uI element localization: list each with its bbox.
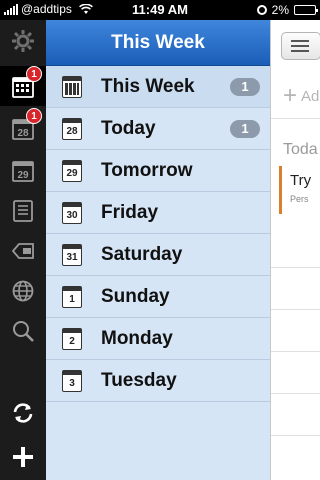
settings-gear-icon[interactable] bbox=[10, 28, 36, 54]
week-calendar-icon[interactable]: 1 bbox=[10, 66, 42, 100]
row-saturday[interactable]: 31 Saturday bbox=[46, 234, 270, 276]
globe-icon[interactable] bbox=[10, 278, 36, 304]
calendar-day-number: 2 bbox=[69, 335, 75, 347]
add-icon[interactable] bbox=[10, 444, 36, 470]
row-label: Saturday bbox=[101, 243, 183, 265]
tomorrow-rail-day: 29 bbox=[17, 170, 29, 181]
divider bbox=[271, 351, 320, 352]
today-calendar-icon[interactable]: 28 1 bbox=[10, 108, 42, 142]
battery-percent: 2% bbox=[271, 3, 289, 17]
plus-icon: + bbox=[283, 82, 298, 109]
divider bbox=[271, 267, 320, 268]
battery-icon bbox=[294, 5, 318, 15]
row-friday[interactable]: 30 Friday bbox=[46, 192, 270, 234]
row-tomorrow[interactable]: 29 Tomorrow bbox=[46, 150, 270, 192]
row-sunday[interactable]: 1 Sunday bbox=[46, 276, 270, 318]
divider bbox=[271, 435, 320, 436]
task-title: Try bbox=[290, 172, 312, 189]
row-monday[interactable]: 2 Monday bbox=[46, 318, 270, 360]
panel-title: This Week bbox=[111, 32, 205, 53]
calendar-day-icon: 1 bbox=[62, 285, 82, 308]
calendar-day-icon: 29 bbox=[62, 159, 82, 182]
menu-button[interactable] bbox=[281, 32, 320, 60]
tag-icon[interactable] bbox=[10, 238, 36, 264]
tomorrow-calendar-icon[interactable]: 29 bbox=[10, 158, 36, 184]
list-icon[interactable] bbox=[10, 198, 36, 224]
count-badge: 1 bbox=[230, 77, 260, 96]
divider bbox=[271, 393, 320, 394]
add-task-field[interactable]: + Ad bbox=[283, 84, 319, 108]
row-label: Tomorrow bbox=[101, 159, 193, 181]
calendar-day-icon: 31 bbox=[62, 243, 82, 266]
panel-header: This Week bbox=[46, 20, 270, 66]
task-content: + Ad Toda Try Pers bbox=[270, 20, 320, 480]
add-task-placeholder: Ad bbox=[301, 87, 320, 105]
today-rail-day: 28 bbox=[17, 128, 29, 139]
week-panel: This Week This Week 1 28 Today 1 29 Tomo… bbox=[46, 20, 270, 480]
calendar-day-number: 30 bbox=[66, 209, 78, 221]
row-label: This Week bbox=[101, 75, 195, 97]
calendar-day-icon: 2 bbox=[62, 327, 82, 350]
today-badge: 1 bbox=[26, 108, 42, 124]
section-title: Toda bbox=[283, 141, 318, 158]
calendar-day-number: 28 bbox=[66, 125, 78, 137]
row-today[interactable]: 28 Today 1 bbox=[46, 108, 270, 150]
calendar-day-icon: 3 bbox=[62, 369, 82, 392]
sync-icon[interactable] bbox=[10, 400, 36, 426]
row-tuesday[interactable]: 3 Tuesday bbox=[46, 360, 270, 402]
calendar-day-number: 1 bbox=[69, 293, 75, 305]
week-grid-icon bbox=[62, 75, 82, 98]
rotation-lock-icon bbox=[256, 5, 267, 15]
row-label: Today bbox=[101, 117, 156, 139]
calendar-day-number: 31 bbox=[66, 251, 78, 263]
icon-rail: 1 28 1 29 bbox=[0, 20, 46, 480]
row-this-week[interactable]: This Week 1 bbox=[46, 66, 270, 108]
week-badge: 1 bbox=[26, 66, 42, 82]
row-label: Tuesday bbox=[101, 369, 177, 391]
status-right: 2% bbox=[256, 3, 318, 17]
divider bbox=[271, 309, 320, 310]
status-bar: @addtips 11:49 AM 2% bbox=[0, 0, 320, 20]
search-icon[interactable] bbox=[10, 318, 36, 344]
task-subtitle: Pers bbox=[290, 194, 309, 204]
divider bbox=[271, 118, 320, 119]
calendar-day-icon: 28 bbox=[62, 117, 82, 140]
calendar-day-number: 29 bbox=[66, 167, 78, 179]
row-label: Friday bbox=[101, 201, 159, 223]
row-label: Monday bbox=[101, 327, 173, 349]
task-item[interactable]: Try Pers bbox=[279, 166, 320, 214]
count-badge: 1 bbox=[230, 119, 260, 138]
calendar-day-icon: 30 bbox=[62, 201, 82, 224]
calendar-day-number: 3 bbox=[69, 377, 75, 389]
row-label: Sunday bbox=[101, 285, 170, 307]
